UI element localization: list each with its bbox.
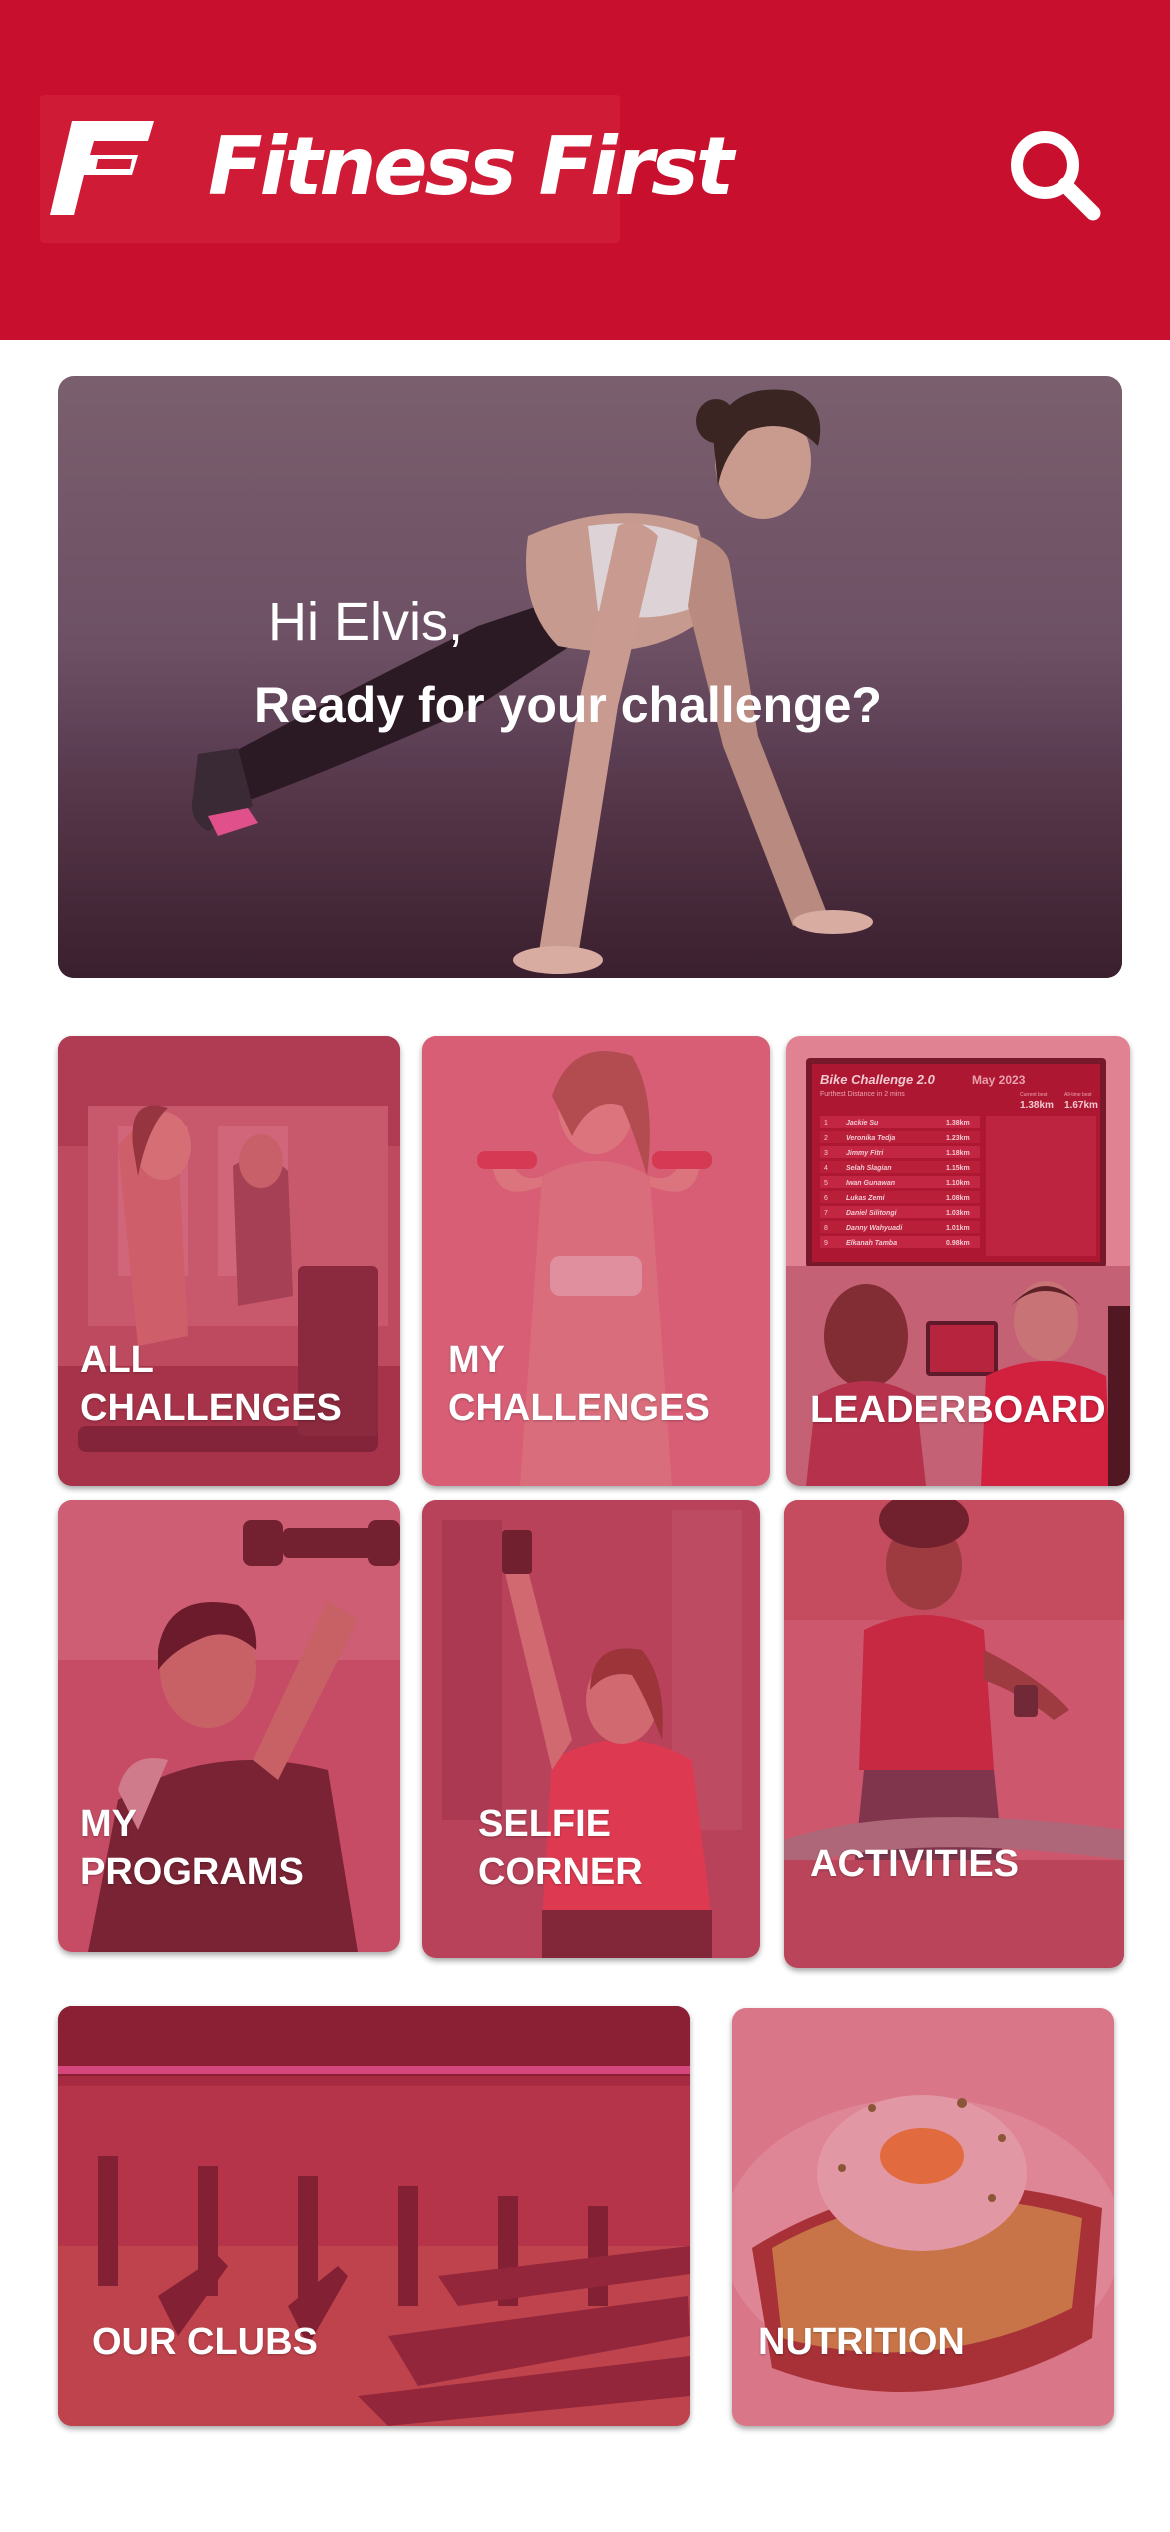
- tile-label: NUTRITION: [758, 2321, 965, 2363]
- search-button[interactable]: [1005, 125, 1105, 225]
- search-icon: [1011, 131, 1101, 221]
- tile-label: MY CHALLENGES: [448, 1339, 710, 1429]
- tile-overlay: [784, 1500, 1124, 1968]
- tile-selfie-corner[interactable]: SELFIE CORNER: [422, 1500, 760, 1958]
- brand-name: Fitness First: [208, 120, 734, 213]
- tile-all-challenges[interactable]: ALL CHALLENGES: [58, 1036, 400, 1486]
- tile-my-challenges[interactable]: MY CHALLENGES: [422, 1036, 770, 1486]
- brand-logo[interactable]: Fitness First: [40, 95, 734, 243]
- tile-leaderboard[interactable]: Bike Challenge 2.0 Furthest Distance in …: [786, 1036, 1130, 1486]
- tile-my-programs[interactable]: MY PROGRAMS: [58, 1500, 400, 1952]
- tile-nutrition[interactable]: NUTRITION: [732, 2008, 1114, 2426]
- tile-label: ACTIVITIES: [810, 1843, 1020, 1885]
- tile-label: MY PROGRAMS: [80, 1803, 304, 1893]
- hero-subtitle: Ready for your challenge?: [254, 677, 882, 733]
- tile-label: SELFIE CORNER: [478, 1803, 643, 1893]
- tile-label: OUR CLUBS: [92, 2321, 318, 2363]
- tile-label: LEADERBOARD: [810, 1389, 1106, 1431]
- tile-our-clubs[interactable]: OUR CLUBS: [58, 2006, 690, 2426]
- tile-label: ALL CHALLENGES: [80, 1339, 342, 1429]
- hero-greeting: Hi Elvis,: [268, 592, 464, 652]
- app-header: Fitness First: [0, 0, 1170, 340]
- hero-banner[interactable]: Hi Elvis, Ready for your challenge?: [58, 376, 1122, 978]
- fitness-first-logo-mark: [50, 121, 154, 215]
- tile-activities[interactable]: ACTIVITIES: [784, 1500, 1124, 1968]
